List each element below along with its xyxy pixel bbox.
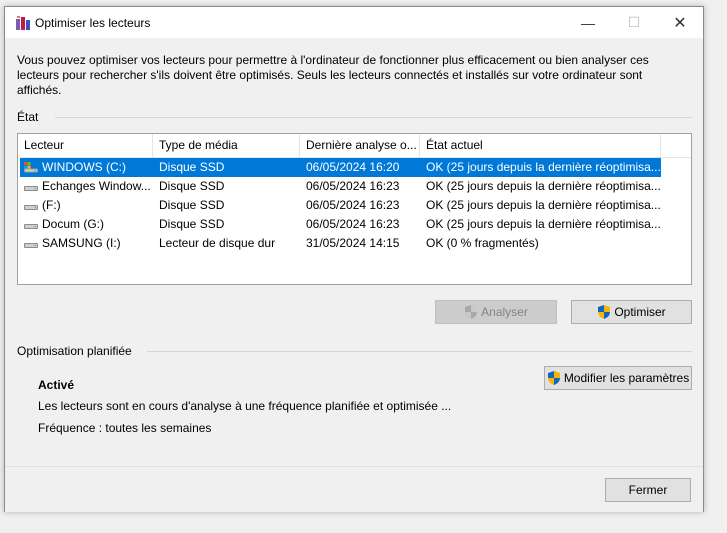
- drive-media-cell: Disque SSD: [159, 217, 225, 231]
- optimize-label: Optimiser: [614, 305, 666, 319]
- maximize-button: ☐: [611, 7, 657, 38]
- optimize-button[interactable]: Optimiser: [571, 300, 692, 324]
- schedule-status: Activé: [38, 378, 75, 392]
- optimize-drives-window: Optimiser les lecteurs — ☐ ✕ Vous pouvez…: [4, 6, 704, 512]
- column-header-current-status[interactable]: État actuel: [420, 134, 661, 157]
- drive-status-cell: OK (25 jours depuis la dernière réoptimi…: [426, 160, 661, 174]
- drive-status-cell: OK (25 jours depuis la dernière réoptimi…: [426, 198, 661, 212]
- drive-drive-cell: (F:): [42, 198, 61, 212]
- close-icon: ✕: [673, 14, 687, 32]
- drive-last-cell: 31/05/2024 14:15: [306, 236, 400, 250]
- drive-drive-cell: Echanges Window...: [42, 179, 151, 193]
- drive-status-cell: OK (25 jours depuis la dernière réoptimi…: [426, 179, 661, 193]
- dialog-footer: Fermer: [5, 466, 703, 512]
- drive-status-cell: OK (25 jours depuis la dernière réoptimi…: [426, 217, 661, 231]
- status-group-divider: [55, 117, 692, 118]
- drive-media-cell: Disque SSD: [159, 179, 225, 193]
- drive-media-cell: Disque SSD: [159, 198, 225, 212]
- drive-icon: [24, 186, 38, 191]
- column-header-last-run[interactable]: Dernière analyse o...: [300, 134, 420, 157]
- analyze-button: Analyser: [435, 300, 557, 324]
- analyze-label: Analyser: [481, 305, 528, 319]
- maximize-icon: ☐: [627, 14, 641, 30]
- drives-list-header: Lecteur Type de média Dernière analyse o…: [18, 134, 691, 158]
- drive-row[interactable]: Echanges Window... Disque SSD 06/05/2024 1…: [20, 177, 661, 196]
- drive-media-cell: Disque SSD: [159, 160, 225, 174]
- minimize-icon: —: [581, 14, 595, 31]
- modify-settings-label: Modifier les paramètres: [563, 371, 690, 385]
- drive-icon: [24, 224, 38, 229]
- column-header-media-type[interactable]: Type de média: [153, 134, 300, 157]
- close-label: Fermer: [628, 483, 668, 497]
- defrag-app-icon: [16, 16, 30, 30]
- drive-media-cell: Lecteur de disque dur: [159, 236, 276, 250]
- modify-settings-button[interactable]: Modifier les paramètres: [544, 366, 692, 390]
- drive-drive-cell: WINDOWS (C:): [42, 160, 126, 174]
- description-text: Vous pouvez optimiser vos lecteurs pour …: [17, 53, 649, 97]
- uac-shield-icon: [598, 305, 611, 319]
- drive-row[interactable]: SAMSUNG (I:) Lecteur de disque dur 31/05/2…: [20, 234, 661, 253]
- window-title: Optimiser les lecteurs: [35, 16, 151, 30]
- drive-icon: [24, 243, 38, 248]
- schedule-description: Les lecteurs sont en cours d'analyse à u…: [38, 399, 452, 413]
- close-window-button[interactable]: ✕: [657, 7, 703, 38]
- drive-row[interactable]: Docum (G:) Disque SSD 06/05/2024 16:23 OK (…: [20, 215, 661, 234]
- dialog-body: Vous pouvez optimiser vos lecteurs pour …: [5, 38, 703, 466]
- system-drive-icon: [24, 162, 38, 173]
- drive-row[interactable]: (F:) Disque SSD 06/05/2024 16:23 OK (25 jou…: [20, 196, 661, 215]
- uac-shield-icon: [547, 371, 560, 385]
- drive-last-cell: 06/05/2024 16:23: [306, 179, 400, 193]
- drives-list[interactable]: Lecteur Type de média Dernière analyse o…: [17, 133, 692, 285]
- schedule-frequency: Fréquence : toutes les semaines: [38, 421, 212, 435]
- drive-last-cell: 06/05/2024 16:20: [306, 160, 400, 174]
- scheduled-group-label: Optimisation planifiée: [17, 344, 132, 358]
- drive-row[interactable]: WINDOWS (C:) Disque SSD 06/05/2024 16:20 OK…: [20, 158, 661, 177]
- drive-last-cell: 06/05/2024 16:23: [306, 217, 400, 231]
- minimize-button[interactable]: —: [565, 7, 611, 38]
- column-header-drive[interactable]: Lecteur: [18, 134, 153, 157]
- scheduled-group-divider: [147, 351, 692, 352]
- drive-drive-cell: SAMSUNG (I:): [42, 236, 121, 250]
- drive-status-cell: OK (0 % fragmentés): [426, 236, 539, 250]
- title-bar[interactable]: Optimiser les lecteurs — ☐ ✕: [5, 7, 703, 38]
- drive-icon: [24, 205, 38, 210]
- close-button[interactable]: Fermer: [605, 478, 691, 502]
- drive-drive-cell: Docum (G:): [42, 217, 105, 231]
- status-group-label: État: [17, 110, 39, 124]
- uac-shield-icon: [465, 305, 478, 319]
- drive-last-cell: 06/05/2024 16:23: [306, 198, 400, 212]
